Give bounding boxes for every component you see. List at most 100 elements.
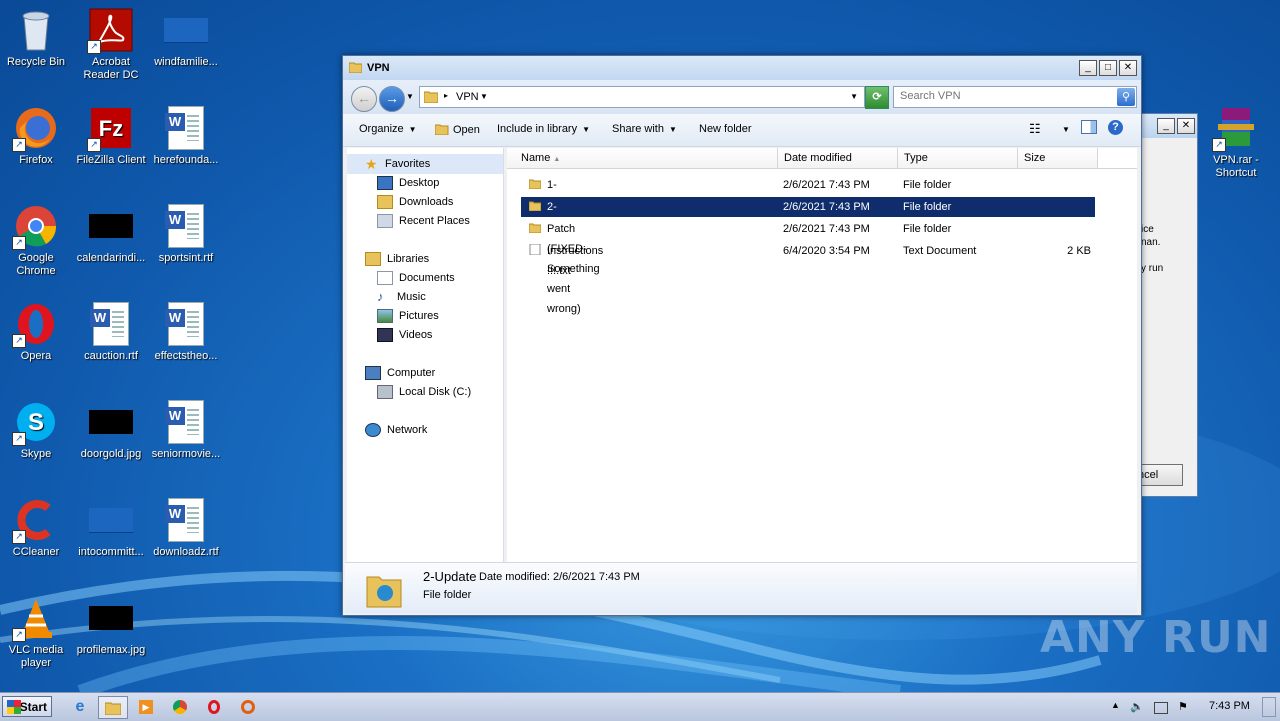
desktop-icon-skype[interactable]: S ↗ Skype: [0, 400, 74, 461]
history-dropdown-icon[interactable]: ▼: [406, 92, 414, 101]
column-header-type[interactable]: Type: [898, 148, 1018, 168]
watermark: ANY RUN: [1040, 612, 1272, 663]
network-icon: [365, 423, 381, 438]
network-tray-icon[interactable]: [1154, 702, 1168, 714]
nav-music[interactable]: ♪ Music: [377, 288, 426, 306]
desktop-icon-seniormovie[interactable]: W seniormovie...: [148, 400, 224, 461]
folder-icon: [529, 223, 541, 233]
star-icon: ★: [365, 156, 378, 173]
window-titlebar[interactable]: VPN _ □ ✕: [343, 56, 1141, 80]
new-folder-button[interactable]: New folder: [699, 123, 752, 135]
forward-button[interactable]: →: [379, 86, 405, 112]
taskbar-explorer[interactable]: [98, 696, 128, 719]
desktop-icon: [377, 176, 393, 191]
desktop-icon-opera[interactable]: ↗ Opera: [0, 302, 74, 363]
show-desktop-button[interactable]: [1262, 697, 1276, 717]
nav-pictures[interactable]: Pictures: [377, 307, 439, 325]
back-button[interactable]: ←: [351, 86, 377, 112]
cancel-button[interactable]: ncel: [1137, 464, 1183, 486]
clock[interactable]: 7:43 PM: [1209, 700, 1250, 712]
file-row[interactable]: Patch (FIXED-Something went wrong) 2/6/2…: [521, 219, 1095, 315]
minimize-button[interactable]: _: [1079, 60, 1097, 76]
refresh-button[interactable]: ⟳: [865, 86, 889, 109]
view-options-icon[interactable]: ☷: [1029, 121, 1041, 137]
column-header-size[interactable]: Size: [1018, 148, 1098, 168]
chevron-down-icon[interactable]: ▼: [1057, 123, 1070, 135]
search-icon[interactable]: ⚲: [1117, 88, 1135, 106]
desktop-icon-ccleaner[interactable]: ↗ CCleaner: [0, 498, 74, 559]
desktop-icon-doorgold[interactable]: doorgold.jpg: [73, 400, 149, 461]
documents-icon: [377, 271, 393, 286]
share-with-button[interactable]: Share with ▼: [612, 123, 677, 135]
chevron-down-icon[interactable]: ▼: [480, 92, 488, 101]
address-bar[interactable]: ▸ VPN ▼ ▼: [419, 86, 865, 108]
word-document-icon: W: [165, 302, 204, 346]
windows-logo-icon: [7, 700, 21, 714]
taskbar-app[interactable]: [234, 696, 262, 717]
organize-button[interactable]: Organize ▼: [359, 123, 417, 135]
dialog-text: nan.: [1141, 237, 1161, 248]
nav-desktop[interactable]: Desktop: [377, 174, 439, 192]
details-date: 2/6/2021 7:43 PM: [553, 571, 640, 583]
nav-network[interactable]: Network: [365, 421, 427, 439]
close-button[interactable]: ✕: [1119, 60, 1137, 76]
address-dropdown-icon[interactable]: ▼: [850, 92, 858, 101]
column-header-name[interactable]: Name ▲: [507, 148, 778, 168]
file-row[interactable]: Instructions !!!.txt 6/4/2020 3:54 PM Te…: [521, 241, 1095, 277]
desktop-icon-chrome[interactable]: ↗ Google Chrome: [0, 204, 74, 278]
nav-videos[interactable]: Videos: [377, 326, 432, 344]
folder-icon: [349, 62, 362, 73]
taskbar-chrome[interactable]: [166, 696, 194, 717]
start-button[interactable]: Start: [2, 696, 52, 717]
desktop-icon-downloadz[interactable]: W downloadz.rtf: [148, 498, 224, 559]
file-row[interactable]: 1-Setup 2/6/2021 7:43 PM File folder: [521, 175, 1095, 211]
open-button[interactable]: Open: [434, 123, 480, 136]
desktop-icon-herefounda[interactable]: W herefounda...: [148, 106, 224, 167]
desktop-icon-effectstheo[interactable]: W effectstheo...: [148, 302, 224, 363]
chevron-down-icon: ▼: [408, 125, 417, 134]
column-header-date[interactable]: Date modified: [778, 148, 898, 168]
nav-recent-places[interactable]: Recent Places: [377, 212, 470, 230]
desktop-icon-firefox[interactable]: ↗ Firefox: [0, 106, 74, 167]
nav-downloads[interactable]: Downloads: [377, 193, 453, 211]
nav-libraries[interactable]: Libraries: [365, 250, 429, 268]
nav-local-disk[interactable]: Local Disk (C:): [377, 383, 471, 401]
nav-documents[interactable]: Documents: [377, 269, 455, 287]
desktop-icon-calendarindi[interactable]: calendarindi...: [73, 204, 149, 265]
include-in-library-button[interactable]: Include in library ▼: [497, 123, 590, 135]
nav-favorites[interactable]: ★ Favorites: [365, 155, 430, 173]
breadcrumb-segment[interactable]: VPN: [456, 91, 479, 103]
close-icon[interactable]: ✕: [1177, 118, 1195, 134]
search-box[interactable]: ⚲: [893, 86, 1137, 108]
breadcrumb-arrow-icon[interactable]: ▸: [444, 91, 448, 100]
desktop-icon-windfamilie[interactable]: windfamilie...: [148, 8, 224, 69]
desktop-icon-vlc[interactable]: ↗ VLC media player: [0, 596, 74, 670]
desktop-icon-vpn-rar[interactable]: ↗ VPN.rar - Shortcut: [1198, 106, 1274, 180]
taskbar-ie[interactable]: e: [66, 696, 94, 717]
show-hidden-icons[interactable]: ▲: [1111, 700, 1120, 710]
file-row-selected[interactable]: 2-Update 2/6/2021 7:43 PM File folder: [521, 197, 1095, 233]
volume-icon[interactable]: 🔈: [1130, 700, 1144, 713]
recent-places-icon: [377, 214, 393, 229]
desktop-icon-profilemax[interactable]: profilemax.jpg: [73, 596, 149, 657]
desktop-icon-intocommitt[interactable]: intocommitt...: [73, 498, 149, 559]
nav-computer[interactable]: Computer: [365, 364, 435, 382]
desktop-icon-sportsint[interactable]: W sportsint.rtf: [148, 204, 224, 265]
desktop-icon-acrobat[interactable]: ↗ Acrobat Reader DC: [73, 8, 149, 82]
desktop-icon-recycle-bin[interactable]: Recycle Bin: [0, 8, 74, 69]
chevron-down-icon: ▼: [668, 125, 677, 134]
media-player-icon: ▶: [139, 699, 153, 714]
preview-pane-icon[interactable]: [1081, 120, 1097, 134]
desktop-icon-cauction[interactable]: W cauction.rtf: [73, 302, 149, 363]
minimize-icon[interactable]: _: [1157, 118, 1175, 134]
maximize-button[interactable]: □: [1099, 60, 1117, 76]
file-list: Name ▲ Date modified Type Size 1-Setup 2…: [507, 148, 1137, 562]
action-center-flag-icon[interactable]: ⚑: [1178, 700, 1188, 713]
taskbar-media-player[interactable]: ▶: [132, 696, 160, 717]
help-icon[interactable]: ?: [1108, 120, 1123, 135]
videos-icon: [377, 328, 393, 343]
taskbar-opera[interactable]: [200, 696, 228, 717]
shortcut-arrow-icon: ↗: [12, 432, 26, 446]
desktop-icon-filezilla[interactable]: Fz ↗ FileZilla Client: [73, 106, 149, 167]
search-input[interactable]: [894, 87, 1116, 105]
